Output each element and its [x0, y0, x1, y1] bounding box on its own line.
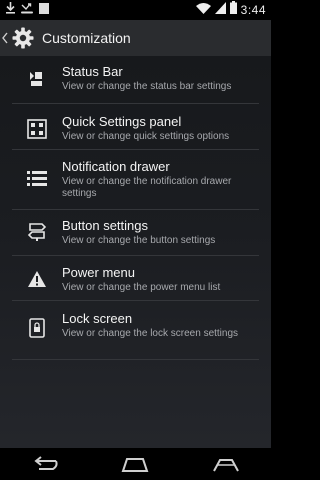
- divider: [12, 103, 259, 104]
- list-item-quick-settings[interactable]: Quick Settings panel View or change quic…: [0, 114, 271, 143]
- item-title: Power menu: [62, 265, 135, 280]
- settings-list: Status Bar View or change the status bar…: [0, 56, 271, 448]
- item-subtitle: View or change the lock screen settings: [62, 328, 239, 339]
- download-icon: [6, 1, 15, 19]
- item-title: Button settings: [62, 218, 148, 233]
- divider: [12, 300, 259, 301]
- item-subtitle: View or change the power menu list: [62, 282, 221, 293]
- quick-settings-icon: [25, 118, 49, 140]
- wifi-icon: [195, 1, 211, 19]
- power-menu-icon: [25, 268, 49, 290]
- divider: [12, 209, 259, 210]
- status-bar: 3:44: [0, 0, 271, 20]
- list-item-lock-screen[interactable]: Lock screen View or change the lock scre…: [0, 311, 271, 340]
- recents-icon[interactable]: [204, 451, 248, 477]
- gear-icon[interactable]: [10, 25, 36, 51]
- action-bar: Customization: [0, 20, 271, 56]
- list-item-status-bar[interactable]: Status Bar View or change the status bar…: [0, 64, 271, 93]
- list-item-notification-drawer[interactable]: Notification drawer View or change the n…: [0, 159, 271, 200]
- back-icon[interactable]: [23, 451, 67, 477]
- battery-icon: [229, 1, 237, 19]
- item-subtitle: View or change the button settings: [62, 235, 216, 246]
- signal-icon: [214, 1, 226, 19]
- item-subtitle: View or change the status bar settings: [62, 81, 232, 92]
- up-caret-icon[interactable]: [2, 30, 9, 46]
- divider: [12, 255, 259, 256]
- list-item-power-menu[interactable]: Power menu View or change the power menu…: [0, 265, 271, 294]
- divider: [12, 359, 259, 360]
- item-title: Quick Settings panel: [62, 114, 182, 129]
- home-icon[interactable]: [113, 451, 157, 477]
- button-settings-icon: [25, 220, 49, 242]
- item-title: Status Bar: [62, 64, 123, 79]
- clock: 3:44: [240, 3, 266, 17]
- lock-screen-icon: [25, 317, 49, 339]
- missed-call-icon: [21, 1, 33, 19]
- navigation-bar: [0, 448, 271, 480]
- item-title: Lock screen: [62, 311, 133, 326]
- page-title: Customization: [42, 30, 131, 46]
- item-subtitle: View or change the notification drawer s…: [62, 176, 232, 199]
- status-bar-icon: [25, 68, 49, 90]
- notification-drawer-icon: [25, 168, 49, 190]
- divider: [12, 149, 259, 150]
- list-item-button-settings[interactable]: Button settings View or change the butto…: [0, 218, 271, 247]
- image-icon: [39, 1, 49, 19]
- item-title: Notification drawer: [62, 159, 170, 174]
- item-subtitle: View or change quick settings options: [62, 131, 230, 142]
